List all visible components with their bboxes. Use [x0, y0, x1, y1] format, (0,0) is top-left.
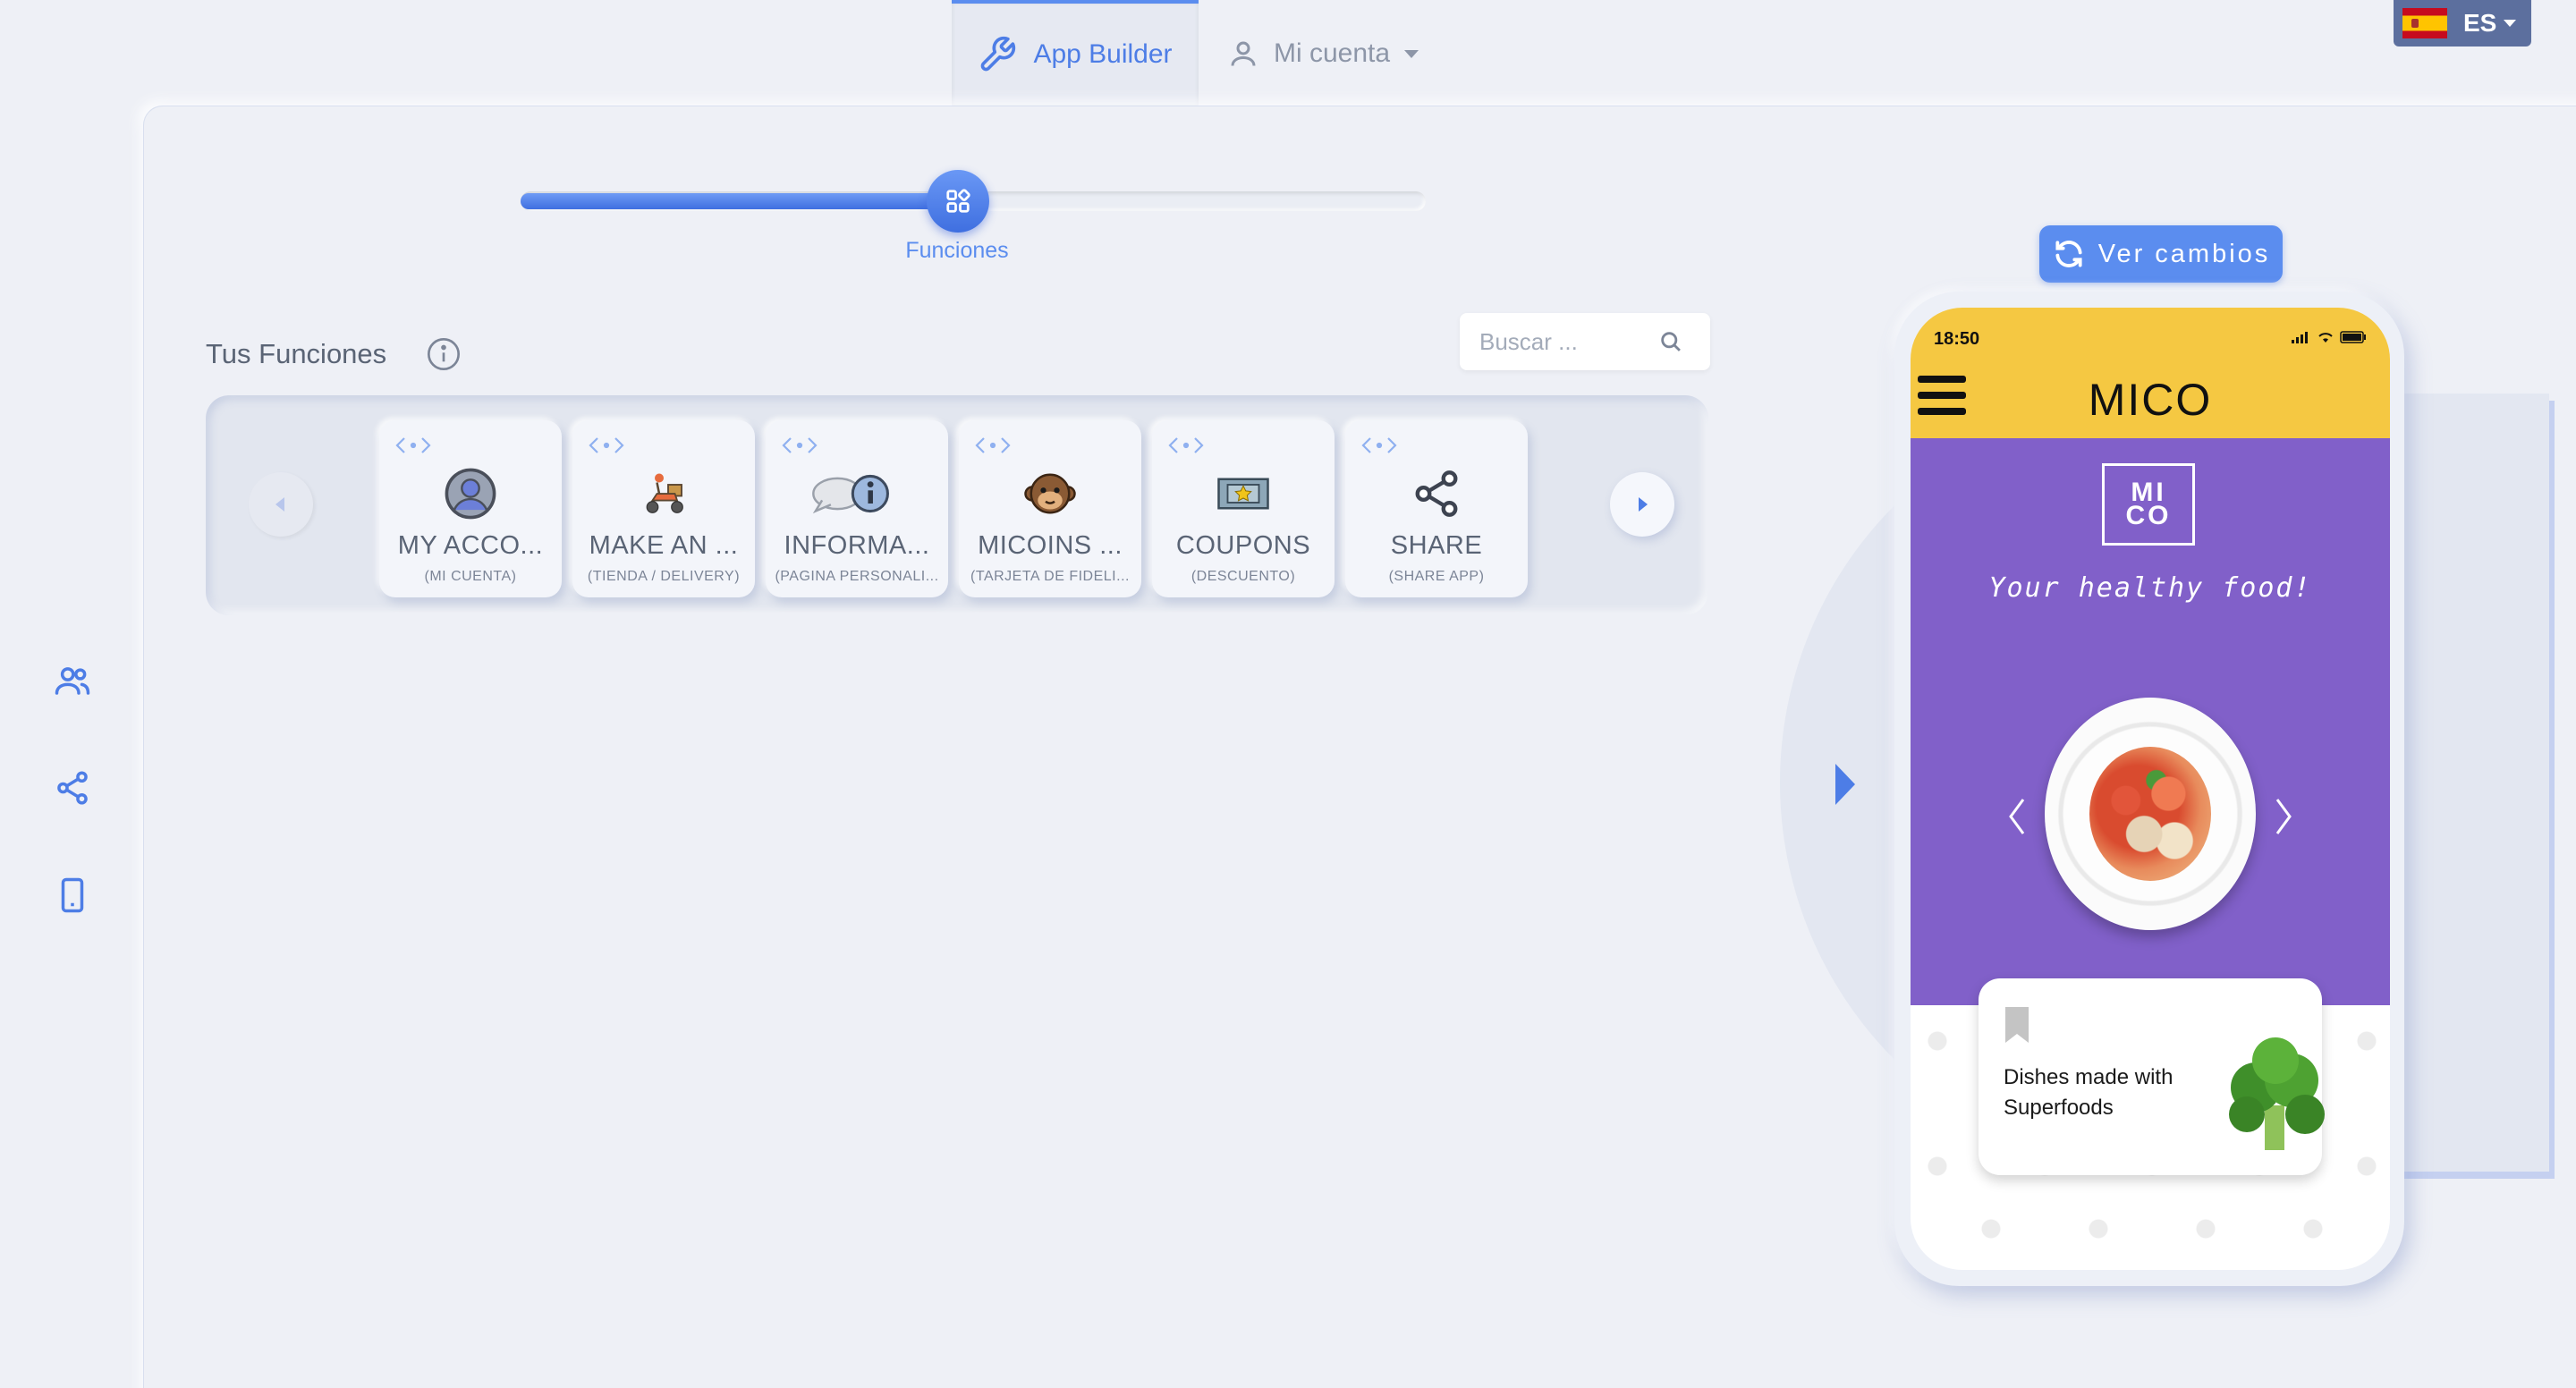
code-icon: [975, 437, 1011, 453]
chevron-right-icon[interactable]: [2270, 794, 2297, 839]
promo-text: Dishes made with Superfoods: [2004, 1065, 2174, 1120]
refresh-icon: [2055, 241, 2082, 267]
tab-app-builder-label: App Builder: [1033, 39, 1173, 69]
function-card-information[interactable]: INFORMA... (PAGINA PERSONALI...: [766, 420, 948, 597]
share-icon: [1410, 467, 1463, 520]
progress-step-label: Funciones: [905, 238, 1009, 263]
app-header: MICO: [1911, 349, 2390, 438]
carousel-prev-button[interactable]: [249, 472, 313, 537]
card-subtitle: (PAGINA PERSONALI...: [775, 569, 939, 584]
wrench-icon: [981, 36, 1016, 72]
spain-flag-icon: [2402, 8, 2447, 38]
caret-right-icon: [1639, 497, 1648, 512]
progress-fill: [521, 193, 973, 209]
code-icon: [1168, 437, 1204, 453]
card-title: SHARE: [1390, 531, 1483, 560]
app-logo: MI CO: [2102, 463, 2195, 546]
function-card-coupons[interactable]: COUPONS (DESCUENTO): [1152, 420, 1335, 597]
function-card-micoins[interactable]: MICOINS ... (TARJETA DE FIDELI...: [959, 420, 1141, 597]
ver-cambios-button[interactable]: Ver cambios: [2039, 225, 2283, 283]
battery-icon: [2340, 331, 2366, 343]
function-card-share[interactable]: SHARE (SHARE APP): [1345, 420, 1528, 597]
language-selector[interactable]: ES: [2394, 0, 2531, 47]
function-card-my-account[interactable]: MY ACCO... (MI CUENTA): [379, 420, 562, 597]
tab-app-builder[interactable]: App Builder: [952, 0, 1199, 106]
card-subtitle: (MI CUENTA): [424, 569, 517, 584]
code-icon: [395, 437, 431, 453]
top-nav: App Builder Mi cuenta ES: [0, 0, 2576, 106]
share-icon: [57, 771, 88, 805]
tagline: Your healthy food!: [1988, 572, 2312, 604]
mobile-phone-icon: [61, 877, 84, 913]
signal-icon: [2292, 332, 2308, 343]
card-subtitle: (DESCUENTO): [1191, 569, 1296, 584]
bookmark-icon: [2005, 1007, 2029, 1043]
card-title: MY ACCO...: [397, 531, 544, 560]
sidebar-mobile-button[interactable]: [50, 873, 95, 918]
user-icon: [1231, 41, 1256, 66]
card-title: MICOINS ...: [978, 531, 1123, 560]
card-subtitle: (TARJETA DE FIDELI...: [970, 569, 1130, 584]
card-title: MAKE AN ...: [589, 531, 739, 560]
section-title: Tus Funciones: [206, 338, 387, 369]
card-title: COUPONS: [1175, 531, 1311, 560]
language-label: ES: [2463, 9, 2497, 37]
phone-screen: 18:50 MICO MI CO Your healthy food! Dish…: [1911, 308, 2390, 1270]
user-avatar-icon: [444, 467, 497, 520]
sidebar-users-button[interactable]: [50, 658, 95, 703]
card-subtitle: (SHARE APP): [1388, 569, 1485, 584]
progress-step-functions[interactable]: [927, 170, 989, 233]
code-icon: [782, 437, 818, 453]
logo-line-2: CO: [2125, 501, 2172, 530]
food: [2089, 747, 2211, 881]
status-time: 18:50: [1934, 329, 1980, 349]
function-card-make-an-order[interactable]: MAKE AN ... (TIENDA / DELIVERY): [572, 420, 755, 597]
promo-card[interactable]: Dishes made with Superfoods: [1979, 978, 2325, 1175]
tab-mi-cuenta-label: Mi cuenta: [1274, 38, 1391, 68]
caret-left-icon: [275, 497, 284, 512]
chevron-down-icon: [2504, 20, 2517, 27]
info-icon[interactable]: [426, 336, 462, 372]
card-title: INFORMA...: [784, 531, 930, 560]
app-title: MICO: [2088, 375, 2213, 425]
tab-mi-cuenta[interactable]: Mi cuenta: [1227, 27, 1419, 80]
ver-cambios-label: Ver cambios: [2097, 239, 2271, 268]
status-icons: [2292, 331, 2367, 343]
sidebar-share-button[interactable]: [50, 766, 95, 810]
search-box: [1460, 313, 1710, 370]
card-subtitle: (TIENDA / DELIVERY): [587, 569, 741, 584]
coupon-ticket-icon: [1216, 467, 1270, 520]
caret-right-icon[interactable]: [1834, 762, 1857, 807]
grid-apps-icon: [946, 189, 970, 213]
dish-image: [2045, 698, 2256, 930]
carousel-next-button[interactable]: [1610, 472, 1674, 537]
search-input[interactable]: [1479, 327, 1658, 356]
chevron-down-icon: [1404, 49, 1419, 58]
hero-section: MI CO Your healthy food!: [1911, 438, 2390, 1005]
code-icon: [589, 437, 624, 453]
status-bar: 18:50: [1911, 308, 2390, 349]
wifi-icon: [2318, 333, 2333, 343]
monkey-icon: [1023, 467, 1077, 520]
code-icon: [1361, 437, 1397, 453]
users-icon: [55, 667, 90, 695]
info-speech-icon: [807, 467, 905, 520]
chevron-left-icon[interactable]: [2004, 794, 2030, 839]
search-icon[interactable]: [1658, 329, 1683, 354]
delivery-scooter-icon: [637, 467, 691, 520]
broccoli-image: [2229, 1037, 2325, 1150]
